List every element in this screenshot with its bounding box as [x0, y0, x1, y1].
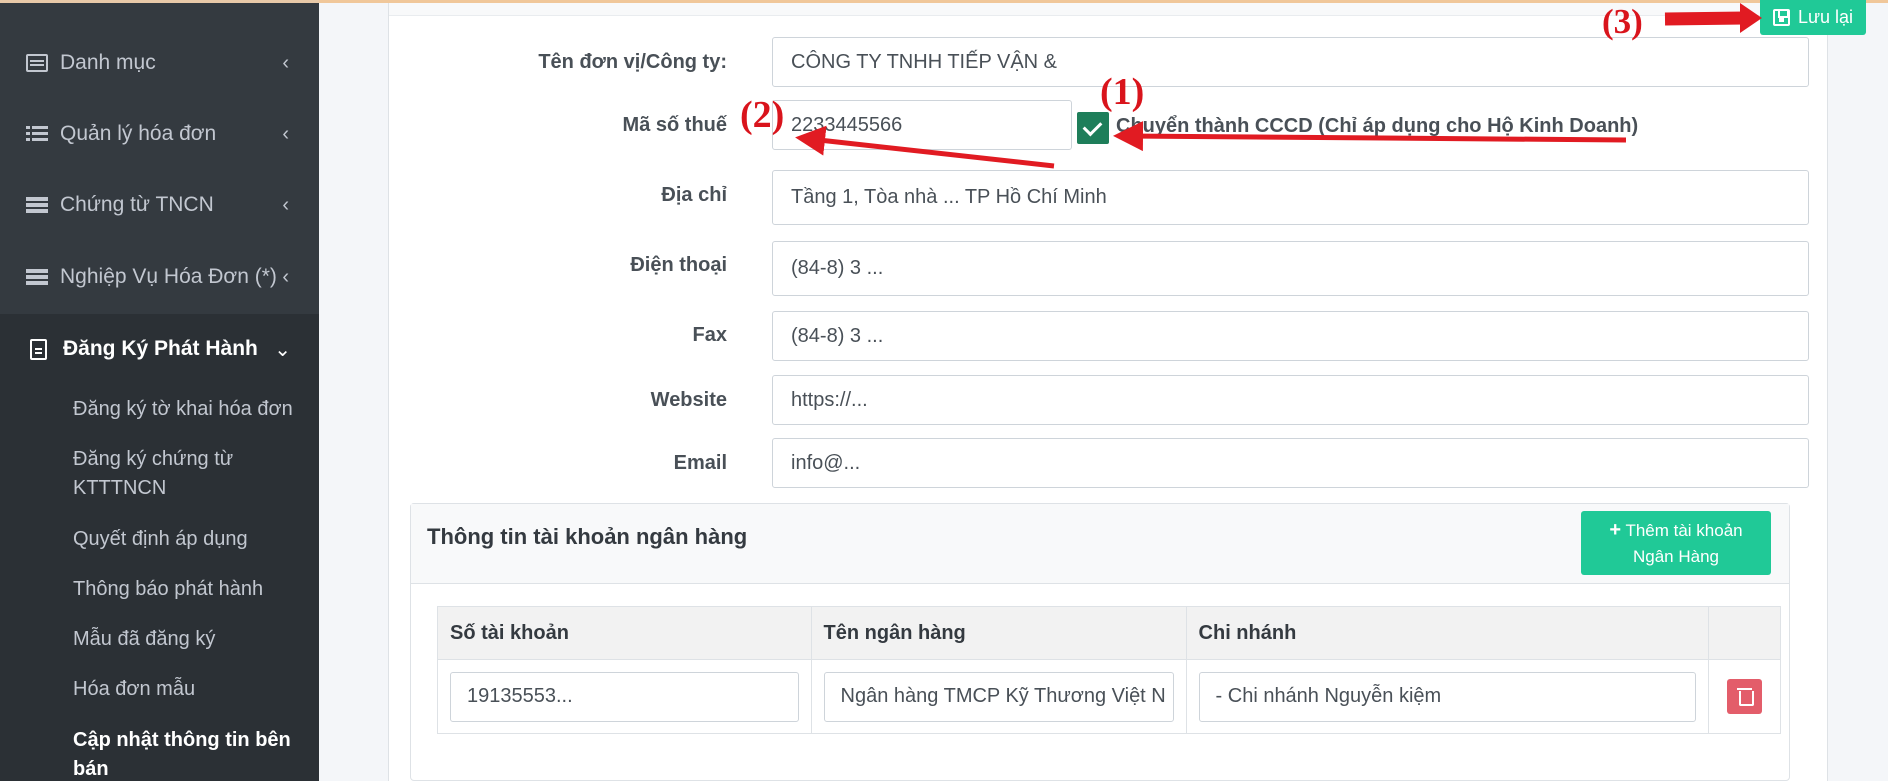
- add-bank-account-button[interactable]: + Thêm tài khoản Ngân Hàng: [1581, 511, 1771, 575]
- submenu-item-chung-tu-ktttncn[interactable]: Đăng ký chứng từ KTTTNCN: [73, 445, 273, 503]
- sidebar: Danh mục ‹ Quản lý hóa đơn ‹ Chứng từ TN…: [0, 0, 319, 781]
- save-disk-icon: [1772, 9, 1790, 26]
- bank-name-cell: Ngân hàng TMCP Kỹ Thương Việt N: [810, 659, 1187, 734]
- submenu-item-mau-da-dang-ky[interactable]: Mẫu đã đăng ký: [73, 625, 313, 654]
- fax-label: Fax: [692, 324, 727, 346]
- tax-label: Mã số thuế: [622, 114, 727, 136]
- submenu-item-quyet-dinh[interactable]: Quyết định áp dụng: [73, 525, 313, 554]
- chevron-left-icon: ‹: [282, 193, 289, 216]
- phone-field[interactable]: (84-8) 3 ...: [772, 241, 1809, 296]
- bank-panel-title: Thông tin tài khoản ngân hàng: [427, 524, 748, 549]
- sidebar-item-label: Danh mục: [60, 51, 156, 74]
- server-icon: [26, 268, 48, 286]
- list-icon: [26, 125, 48, 143]
- bank-panel: Thông tin tài khoản ngân hàng + Thêm tài…: [410, 503, 1790, 781]
- bank-name-input[interactable]: Ngân hàng TMCP Kỹ Thương Việt N: [823, 671, 1174, 722]
- email-label: Email: [673, 452, 727, 474]
- chevron-left-icon: ‹: [282, 51, 289, 74]
- table-row: 19135553... Ngân hàng TMCP Kỹ Thương Việ…: [437, 659, 1781, 734]
- sidebar-item-dang-ky-phat-hanh[interactable]: Đăng Ký Phát Hành ⌄: [0, 314, 319, 384]
- add-bank-label-2: Ngân Hàng: [1632, 547, 1719, 566]
- submenu-item-hoa-don-mau[interactable]: Hóa đơn mẫu: [73, 675, 313, 704]
- phone-label: Điện thoại: [630, 254, 727, 276]
- annotation-1: (1): [1100, 71, 1145, 113]
- bank-table: Số tài khoản Tên ngân hàng Chi nhánh 191…: [437, 606, 1781, 734]
- column-header-branch: Chi nhánh: [1185, 606, 1710, 660]
- plus-icon: +: [1609, 519, 1622, 541]
- website-label: Website: [650, 389, 727, 411]
- email-field[interactable]: info@...: [772, 438, 1809, 488]
- grid-icon: [26, 54, 48, 72]
- company-field[interactable]: CÔNG TY TNHH TIẾP VẬN &: [772, 37, 1809, 87]
- chevron-left-icon: ‹: [282, 122, 289, 145]
- branch-input[interactable]: - Chi nhánh Nguyễn kiệm: [1198, 671, 1697, 722]
- sidebar-item-label: Nghiệp Vụ Hóa Đơn (*): [60, 265, 277, 288]
- address-field[interactable]: Tầng 1, Tòa nhà ... TP Hồ Chí Minh: [772, 170, 1809, 225]
- annotation-3: (3): [1602, 2, 1643, 41]
- annotation-2: (2): [740, 94, 785, 136]
- chevron-down-icon: ⌄: [274, 338, 291, 361]
- sidebar-top-strip: [0, 0, 319, 3]
- submenu-item-thong-bao[interactable]: Thông báo phát hành: [73, 575, 313, 604]
- save-button[interactable]: Lưu lại: [1760, 0, 1866, 35]
- document-icon: [30, 338, 47, 360]
- submenu-item-to-khai[interactable]: Đăng ký tờ khai hóa đơn: [73, 395, 313, 424]
- convert-cccd-label: Chuyển thành CCCD (Chỉ áp dụng cho Hộ Ki…: [1116, 115, 1639, 137]
- sidebar-item-label: Quản lý hóa đơn: [60, 122, 217, 145]
- tax-field[interactable]: 2233445566: [772, 100, 1072, 150]
- add-bank-label-1: Thêm tài khoản: [1625, 521, 1743, 540]
- account-cell: 19135553...: [437, 659, 812, 734]
- actions-cell: [1708, 659, 1781, 734]
- account-number-input[interactable]: 19135553...: [450, 671, 799, 722]
- delete-row-button[interactable]: [1727, 679, 1762, 714]
- chevron-left-icon: ‹: [282, 265, 289, 288]
- sidebar-item-danh-muc[interactable]: Danh mục ‹: [0, 28, 319, 98]
- company-label: Tên đơn vị/Công ty:: [538, 51, 727, 73]
- save-button-label: Lưu lại: [1797, 7, 1854, 27]
- top-edge-strip: [319, 0, 1888, 3]
- convert-cccd-checkbox[interactable]: [1077, 112, 1109, 144]
- sidebar-item-label: Chứng từ TNCN: [60, 193, 214, 216]
- address-label: Địa chỉ: [661, 184, 727, 206]
- sidebar-item-quan-ly-hoa-don[interactable]: Quản lý hóa đơn ‹: [0, 99, 319, 169]
- bank-panel-header: Thông tin tài khoản ngân hàng + Thêm tài…: [411, 504, 1789, 584]
- column-header-bank-name: Tên ngân hàng: [810, 606, 1187, 660]
- website-field[interactable]: https://...: [772, 375, 1809, 425]
- server-icon: [26, 196, 48, 214]
- fax-field[interactable]: (84-8) 3 ...: [772, 311, 1809, 361]
- table-header-row: Số tài khoản Tên ngân hàng Chi nhánh: [437, 606, 1781, 660]
- column-header-account: Số tài khoản: [437, 606, 812, 660]
- sidebar-item-nghiep-vu-hoa-don[interactable]: Nghiệp Vụ Hóa Đơn (*) ‹: [0, 242, 319, 312]
- sidebar-item-chung-tu-tncn[interactable]: Chứng từ TNCN ‹: [0, 170, 319, 240]
- sidebar-item-label: Đăng Ký Phát Hành: [63, 337, 258, 360]
- column-header-actions: [1708, 606, 1781, 660]
- submenu-item-cap-nhat-thong-tin[interactable]: Cập nhật thông tin bên bán: [73, 726, 303, 781]
- branch-cell: - Chi nhánh Nguyễn kiệm: [1185, 659, 1710, 734]
